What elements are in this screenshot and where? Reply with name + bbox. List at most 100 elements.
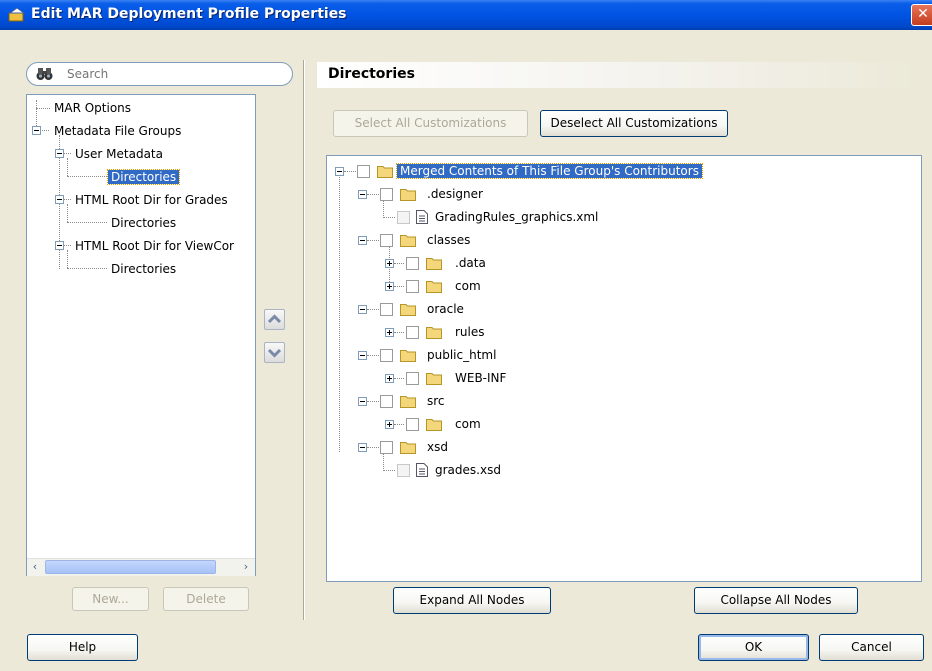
tree-node-src[interactable]: src [427,392,445,410]
checkbox[interactable] [397,211,410,224]
title-bar[interactable]: Edit MAR Deployment Profile Properties ✕ [0,0,932,30]
tree-connector [36,108,50,109]
checkbox[interactable] [380,303,393,316]
tree-node-label: public_html [427,348,497,362]
checkbox[interactable] [406,326,419,339]
folder-icon [400,189,416,201]
close-icon: ✕ [917,6,929,22]
chevron-down-icon [267,348,282,358]
collapse-toggle[interactable] [358,351,367,360]
contents-tree[interactable]: Merged Contents of This File Group's Con… [326,155,922,582]
tree-node-designer[interactable]: .designer [427,185,483,203]
tree-connector [67,268,107,269]
checkbox[interactable] [380,395,393,408]
scroll-left-icon[interactable]: ‹ [27,559,43,575]
tree-connector [344,171,356,172]
expand-toggle[interactable] [385,420,394,429]
collapse-toggle[interactable] [358,397,367,406]
folder-icon [377,166,393,178]
tree-connector [367,447,379,448]
checkbox[interactable] [406,280,419,293]
collapse-toggle[interactable] [32,126,41,135]
help-label: Help [68,640,97,654]
tree-connector [383,470,395,471]
new-button[interactable]: New... [72,587,149,611]
tree-connector [394,424,404,425]
delete-button[interactable]: Delete [163,587,249,611]
collapse-all-nodes-button[interactable]: Collapse All Nodes [694,587,858,614]
move-down-button[interactable] [264,342,285,363]
expand-toggle[interactable] [385,374,394,383]
tree-node-rules[interactable]: rules [455,323,485,341]
scroll-right-icon[interactable]: › [238,559,254,575]
tree-node-com[interactable]: com [455,415,481,433]
expand-toggle[interactable] [385,328,394,337]
scrollbar-thumb[interactable] [45,560,216,574]
tree-node-public-html[interactable]: public_html [427,346,496,364]
checkbox[interactable] [380,441,393,454]
nav-item-label: Directories [111,216,177,230]
collapse-toggle[interactable] [55,195,64,204]
search-input[interactable] [67,66,282,82]
expand-toggle[interactable] [385,282,394,291]
checkbox[interactable] [380,188,393,201]
folder-icon [400,235,416,247]
collapse-all-label: Collapse All Nodes [720,593,832,607]
nav-item-html-root-grades[interactable]: HTML Root Dir for Grades [75,191,228,209]
tree-node-label: com [455,279,481,293]
tree-node-file[interactable]: grades.xsd [435,461,501,479]
nav-item-label: Directories [111,262,177,276]
move-up-button[interactable] [264,309,285,330]
tree-node-xsd[interactable]: xsd [427,438,448,456]
collapse-toggle[interactable] [55,241,64,250]
cancel-button[interactable]: Cancel [819,634,924,661]
expand-toggle[interactable] [385,259,394,268]
collapse-toggle[interactable] [335,167,344,176]
horizontal-scrollbar[interactable]: ‹ › [27,558,255,576]
tree-node-web-inf[interactable]: WEB-INF [455,369,506,387]
collapse-toggle[interactable] [358,190,367,199]
navigation-tree[interactable]: MAR Options Metadata File Groups User Me… [26,94,256,576]
tree-node-oracle[interactable]: oracle [427,300,464,318]
nav-item-user-metadata[interactable]: User Metadata [75,145,163,163]
folder-icon [400,396,416,408]
tree-connector [394,332,404,333]
nav-item-directories[interactable]: Directories [111,260,176,278]
checkbox[interactable] [357,165,370,178]
tree-connector [367,240,379,241]
expand-all-nodes-button[interactable]: Expand All Nodes [393,587,551,614]
select-all-customizations-button[interactable]: Select All Customizations [333,110,528,137]
search-box[interactable] [26,62,293,86]
tree-node-label: Merged Contents of This File Group's Con… [396,163,703,179]
close-button[interactable]: ✕ [911,4,932,26]
nav-item-mar-options[interactable]: MAR Options [54,99,131,117]
tree-node-classes[interactable]: classes [427,231,470,249]
tree-connector [394,263,404,264]
collapse-toggle[interactable] [358,443,367,452]
checkbox[interactable] [397,464,410,477]
tree-node-file[interactable]: GradingRules_graphics.xml [435,208,598,226]
collapse-toggle[interactable] [55,149,64,158]
tree-connector [63,245,71,246]
tree-connector [40,130,49,131]
checkbox[interactable] [406,372,419,385]
deselect-all-customizations-button[interactable]: Deselect All Customizations [540,110,728,137]
ok-button[interactable]: OK [698,634,809,661]
tree-node-root[interactable]: Merged Contents of This File Group's Con… [396,162,703,180]
tree-connector [383,200,384,216]
checkbox[interactable] [406,257,419,270]
nav-item-directories[interactable]: Directories [111,214,176,232]
checkbox[interactable] [380,234,393,247]
help-button[interactable]: Help [27,634,138,661]
nav-item-directories-selected[interactable]: Directories [106,168,181,186]
nav-item-metadata-file-groups[interactable]: Metadata File Groups [54,122,181,140]
nav-item-html-root-viewcor[interactable]: HTML Root Dir for ViewCor [75,237,234,255]
tree-node-data[interactable]: .data [455,254,486,272]
collapse-toggle[interactable] [358,236,367,245]
tree-node-com[interactable]: com [455,277,481,295]
binoculars-icon [36,68,53,80]
checkbox[interactable] [380,349,393,362]
cancel-label: Cancel [851,640,892,654]
checkbox[interactable] [406,418,419,431]
collapse-toggle[interactable] [358,305,367,314]
